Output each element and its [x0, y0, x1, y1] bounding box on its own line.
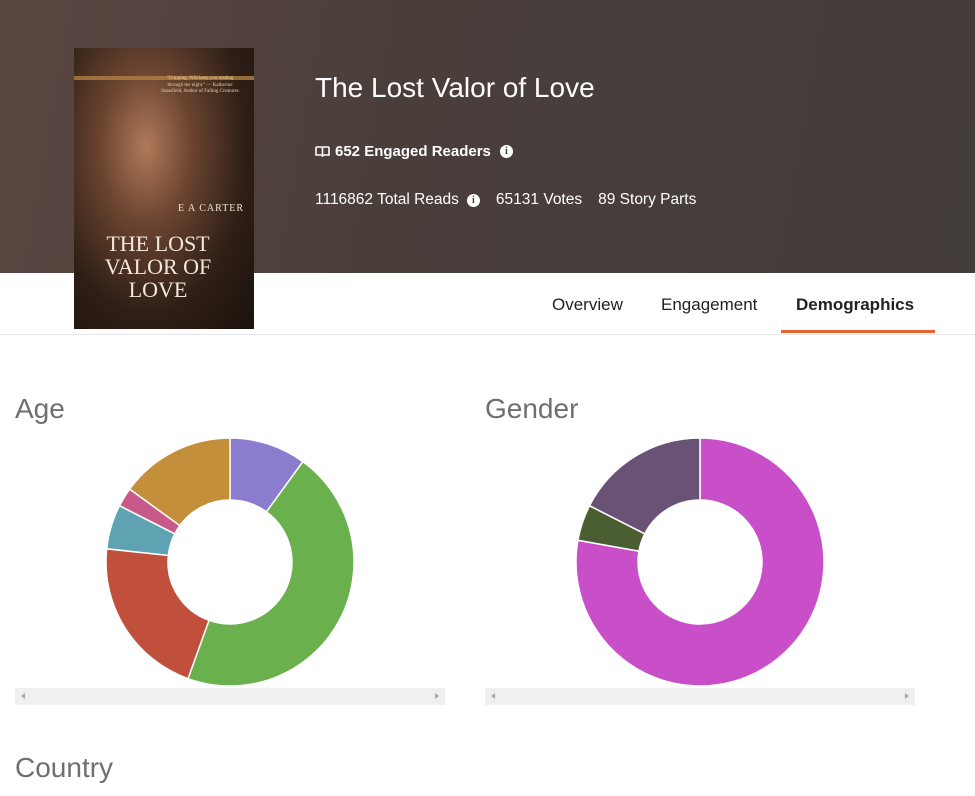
engaged-readers-label: 652 Engaged Readers	[335, 143, 491, 160]
book-cover: "Gripping. Will keep you reading through…	[74, 48, 254, 329]
age-heading: Age	[15, 393, 65, 424]
open-book-icon	[315, 146, 330, 157]
tab-overview[interactable]: Overview	[552, 295, 623, 315]
info-icon[interactable]: i	[499, 145, 513, 158]
story-parts: 89 Story Parts	[598, 191, 697, 208]
scroll-left-arrow-icon[interactable]	[21, 693, 25, 699]
cover-title: THE LOST VALOR OF LOVE	[104, 231, 212, 302]
scroll-left-arrow-icon[interactable]	[491, 693, 495, 699]
age-slice-2[interactable]	[105, 547, 210, 680]
tab-engagement[interactable]: Engagement	[661, 295, 757, 315]
gender-chart-scrollbar[interactable]	[485, 688, 915, 705]
votes: 65131 Votes	[495, 191, 583, 208]
book-title: The Lost Valor of Love	[315, 72, 595, 103]
book-stats: 1116862 Total Reads i 65131 Votes 89 Sto…	[315, 191, 696, 209]
country-heading: Country	[15, 752, 114, 783]
age-chart-scrollbar[interactable]	[15, 688, 445, 705]
gender-donut-chart	[575, 437, 825, 687]
active-tab-indicator	[781, 330, 935, 333]
total-reads: 1116862 Total Reads	[315, 191, 459, 208]
cover-quote: "Gripping. Will keep you reading through…	[161, 76, 239, 94]
tab-demographics[interactable]: Demographics	[796, 295, 914, 315]
info-icon[interactable]: i	[466, 193, 480, 207]
age-donut-chart	[105, 437, 355, 687]
cover-author: E A CARTER	[178, 203, 245, 214]
engaged-readers: 652 Engaged Readers i	[315, 143, 513, 160]
scroll-right-arrow-icon[interactable]	[905, 693, 909, 699]
gender-heading: Gender	[485, 393, 579, 424]
scroll-right-arrow-icon[interactable]	[435, 693, 439, 699]
